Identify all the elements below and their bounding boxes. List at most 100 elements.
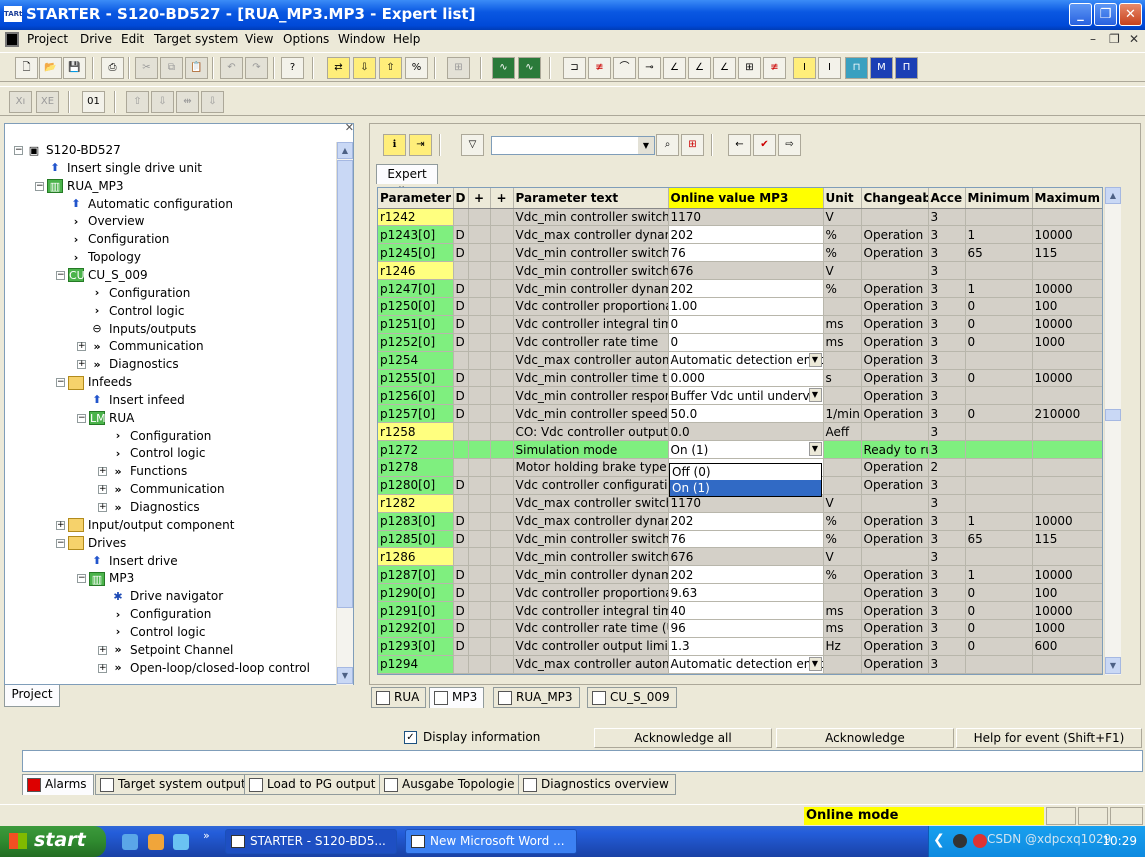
tree-item[interactable]: + » Diagnostics: [98, 499, 200, 516]
collapse-icon[interactable]: −: [56, 378, 65, 388]
mdi-close-icon[interactable]: ✕: [1129, 32, 1139, 46]
tree-item[interactable]: › Topology: [56, 249, 141, 266]
online-value-cell[interactable]: 676: [668, 261, 824, 281]
load-icon-3[interactable]: ⇹: [176, 91, 199, 113]
info-icon[interactable]: ℹ: [383, 134, 406, 156]
function-icon-11[interactable]: I: [818, 57, 841, 79]
column-header[interactable]: +: [468, 188, 491, 209]
tray-back-icon[interactable]: ❮: [933, 832, 945, 848]
motor-icon[interactable]: M: [870, 57, 893, 79]
scroll-down-icon[interactable]: ▼: [1105, 657, 1121, 674]
tree-scrollbar[interactable]: ▲ ▼: [336, 142, 353, 685]
chevron-down-icon[interactable]: ▼: [638, 137, 654, 154]
tree-item[interactable]: ⬆ Insert drive: [77, 553, 177, 570]
table-row[interactable]: p1255[0]D Vdc_min controller time thre0.0…: [378, 369, 1102, 388]
check-icon[interactable]: ✔: [753, 134, 776, 156]
tree-item[interactable]: − ▥ MP3: [77, 570, 134, 587]
tree-item[interactable]: › Overview: [56, 213, 145, 230]
online-value-cell[interactable]: 202: [668, 565, 824, 585]
tree-item[interactable]: › Configuration: [98, 606, 212, 623]
expand-icon[interactable]: +: [98, 663, 107, 673]
close-pane-icon[interactable]: ✕: [345, 121, 354, 134]
collapse-icon[interactable]: −: [56, 538, 65, 548]
find-icon[interactable]: ⌕: [656, 134, 679, 156]
table-row[interactable]: p1256[0] D Vdc_min controller respons Buffe…: [378, 386, 1102, 406]
table-row[interactable]: r1258 CO: Vdc controller output 0.0 Aeff 3: [378, 422, 1102, 442]
tree-item[interactable]: + » Communication: [77, 338, 204, 355]
online-value-cell[interactable]: 1.3: [668, 637, 824, 656]
column-header[interactable]: Unit: [823, 188, 862, 209]
function-icon-8[interactable]: ⊞: [738, 57, 761, 79]
grid-scrollbar[interactable]: ▲ ▼: [1104, 187, 1121, 675]
tree-item[interactable]: − CU CU_S_009: [56, 267, 148, 284]
table-row[interactable]: r1246 Vdc_min controller switch-i 676 V 3: [378, 261, 1102, 281]
close-button[interactable]: ✕: [1119, 3, 1142, 26]
load-icon-2[interactable]: ⇩: [151, 91, 174, 113]
column-header[interactable]: Online value MP3: [668, 188, 824, 209]
tree-item[interactable]: › Control logic: [77, 303, 185, 320]
chevron-down-icon[interactable]: ▼: [808, 388, 822, 403]
column-header[interactable]: Minimum: [965, 188, 1033, 209]
online-value-cell[interactable]: 1170: [668, 208, 824, 227]
online-value-cell[interactable]: 202: [668, 225, 824, 245]
network-icon[interactable]: ⊞: [447, 57, 470, 79]
expand-icon[interactable]: +: [77, 360, 86, 370]
tree-item[interactable]: › Control logic: [98, 624, 206, 641]
function-icon-12[interactable]: ⊓: [845, 57, 868, 79]
mdi-minimize-icon[interactable]: –: [1090, 32, 1096, 46]
tab-mp3[interactable]: MP3: [429, 687, 485, 708]
upload-icon[interactable]: ⇧: [379, 57, 402, 79]
copy-icon[interactable]: ⧉: [160, 57, 183, 79]
online-value-cell[interactable]: 50.0: [668, 404, 824, 424]
online-value-cell[interactable]: 0: [668, 315, 824, 334]
maximize-button[interactable]: ❐: [1094, 3, 1117, 26]
tray-icon[interactable]: [953, 834, 967, 848]
online-value-cell[interactable]: 9.63: [668, 583, 824, 603]
table-row[interactable]: p1290[0] D Vdc controller proportional 9.63…: [378, 583, 1102, 603]
function-icon-5[interactable]: ∠: [663, 57, 686, 79]
tab-cu-s-009[interactable]: CU_S_009: [587, 687, 677, 708]
device-trace-icon[interactable]: ∿: [518, 57, 541, 79]
chevron-down-icon[interactable]: ▼: [808, 352, 822, 367]
export-icon[interactable]: ⇥: [409, 134, 432, 156]
column-header[interactable]: D: [453, 188, 469, 209]
online-value-cell[interactable]: 0.000: [668, 369, 824, 388]
tab-diagnostics-overview[interactable]: Diagnostics overview: [518, 774, 676, 795]
download-icon[interactable]: ⇩: [353, 57, 376, 79]
table-row[interactable]: p1252[0] D Vdc controller rate time 0 ms Oper…: [378, 333, 1102, 352]
expand-icon[interactable]: +: [98, 503, 107, 512]
quicklaunch-ie-icon[interactable]: [122, 834, 138, 850]
table-row[interactable]: p1254 Vdc_max controller automatAutomatic…: [378, 351, 1102, 370]
acknowledge-all-button[interactable]: Acknowledge all: [594, 728, 772, 748]
column-header[interactable]: +: [490, 188, 514, 209]
document-icon[interactable]: [5, 32, 19, 47]
menu-view[interactable]: View: [245, 32, 273, 46]
menu-target-system[interactable]: Target system: [154, 32, 238, 46]
tree-item[interactable]: + Input/output component: [56, 517, 234, 534]
tree-item[interactable]: + » Diagnostics: [77, 356, 179, 373]
table-row[interactable]: p1250[0] D Vdc controller proportional 1.00…: [378, 297, 1102, 316]
load-icon-4[interactable]: ⇩: [201, 91, 224, 113]
tree-item[interactable]: › Configuration: [77, 285, 191, 302]
scroll-thumb[interactable]: [337, 160, 353, 608]
tab-load-to-pg-output[interactable]: Load to PG output: [244, 774, 383, 795]
function-icon-4[interactable]: ⊸: [638, 57, 661, 79]
menu-options[interactable]: Options: [283, 32, 329, 46]
column-header[interactable]: Parameter text: [513, 188, 669, 209]
tree-item[interactable]: − Infeeds: [56, 374, 132, 391]
function-icon-3[interactable]: ⌒: [613, 57, 636, 79]
table-row[interactable]: p1287[0] D Vdc_min controller dynamic 202% O…: [378, 565, 1102, 585]
tree-item[interactable]: ⊖ Inputs/outputs: [77, 321, 196, 338]
column-header[interactable]: Parameter: [378, 188, 454, 209]
save-icon[interactable]: 💾: [63, 57, 86, 79]
connect-icon[interactable]: ⇄: [327, 57, 350, 79]
online-value-cell[interactable]: 0.0: [668, 422, 824, 442]
tree-item[interactable]: › Configuration: [98, 428, 212, 445]
scroll-up-icon[interactable]: ▲: [337, 142, 353, 159]
xi-icon[interactable]: Xı: [9, 91, 32, 113]
expand-icon[interactable]: +: [56, 520, 65, 530]
collapse-icon[interactable]: −: [77, 574, 86, 584]
print-icon[interactable]: ⎙: [101, 57, 124, 79]
online-value-cell[interactable]: 96: [668, 619, 824, 638]
collapse-icon[interactable]: −: [77, 413, 86, 423]
